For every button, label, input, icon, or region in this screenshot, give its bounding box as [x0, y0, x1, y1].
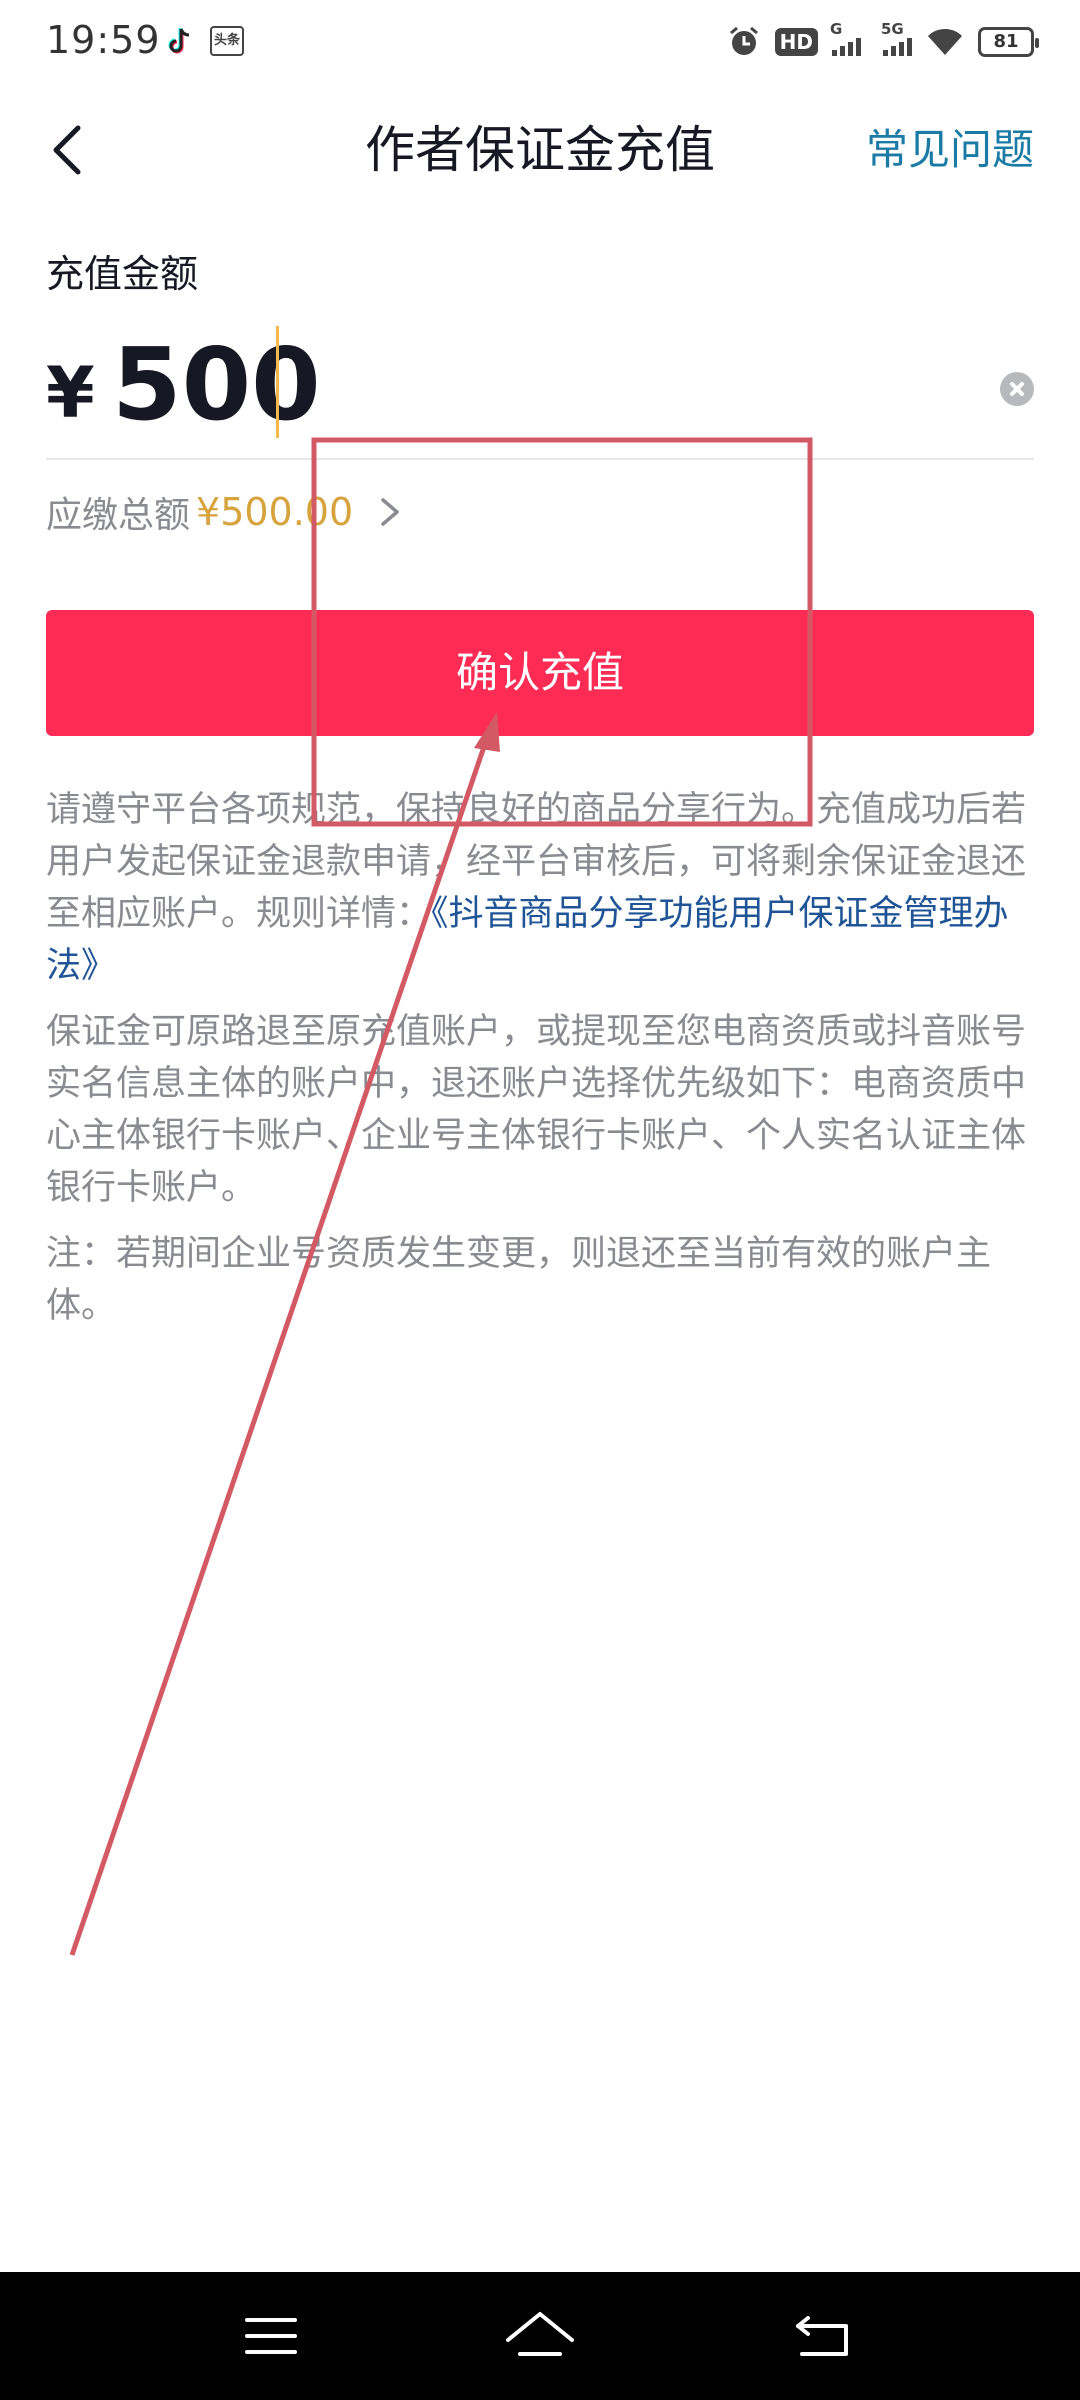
- hd-icon: HD: [774, 28, 818, 56]
- status-time: 19:59: [46, 18, 161, 62]
- menu-icon[interactable]: [231, 2296, 311, 2376]
- battery-icon: 81: [978, 27, 1039, 57]
- page: 19:59 头条 HD G 5G 81 作者保证金充值 常见问题 充值金额 ¥ …: [0, 0, 1080, 2400]
- amount-input[interactable]: [112, 324, 872, 444]
- signal-5g-label: 5G: [881, 20, 904, 38]
- status-icons: HD G 5G 81: [727, 20, 1039, 62]
- chevron-right-icon: [381, 498, 399, 526]
- amount-row: ¥: [46, 320, 1034, 460]
- tiktok-icon: [168, 28, 190, 54]
- total-label: 应缴总额: [46, 495, 191, 536]
- amount-label: 充值金额: [46, 252, 199, 296]
- signal-label: G: [830, 20, 843, 38]
- clear-icon[interactable]: [1000, 372, 1034, 406]
- faq-link[interactable]: 常见问题: [866, 118, 1034, 182]
- status-bar: 19:59 头条 HD G 5G 81: [0, 0, 1080, 84]
- toutiao-icon: 头条: [210, 26, 244, 56]
- total-row[interactable]: 应缴总额 ¥500.00: [46, 480, 405, 544]
- note-paragraph-1: 请遵守平台各项规范，保持良好的商品分享行为。充值成功后若用户发起保证金退款申请，…: [46, 784, 1034, 992]
- confirm-recharge-button[interactable]: 确认充值: [46, 610, 1034, 736]
- back-arrow-icon[interactable]: [784, 2296, 864, 2376]
- currency-sign: ¥: [46, 352, 95, 434]
- alarm-icon: [729, 26, 758, 55]
- header: 作者保证金充值 常见问题: [0, 90, 1080, 210]
- navigation-bar: [0, 2272, 1080, 2400]
- notes: 请遵守平台各项规范，保持良好的商品分享行为。充值成功后若用户发起保证金退款申请，…: [46, 784, 1034, 1346]
- note-paragraph-2: 保证金可原路退至原充值账户，或提现至您电商资质或抖音账号实名信息主体的账户中，退…: [46, 1012, 1027, 1208]
- note-paragraph-3: 注：若期间企业号资质发生变更，则退还至当前有效的账户主体。: [46, 1234, 992, 1326]
- total-value: ¥500.00: [196, 490, 354, 534]
- wifi-icon: [928, 28, 962, 55]
- home-icon[interactable]: [500, 2296, 580, 2376]
- text-caret: [276, 326, 279, 438]
- signal-icon: G: [830, 20, 861, 56]
- signal-5g-icon: 5G: [881, 20, 912, 56]
